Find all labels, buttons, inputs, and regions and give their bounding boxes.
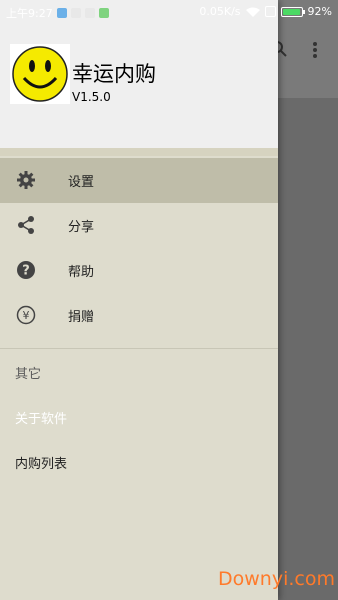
app-logo: [10, 44, 70, 104]
gear-icon: [17, 171, 35, 189]
drawer-menu: 设置 分享 ? 帮助 ¥ 捐赠 其它 关于软件 内购列表: [0, 158, 278, 484]
svg-text:¥: ¥: [23, 309, 30, 322]
menu-item-settings[interactable]: 设置: [0, 158, 278, 203]
help-icon: ?: [17, 261, 35, 279]
network-speed: 0.05K/s: [199, 5, 241, 18]
svg-text:?: ?: [22, 264, 30, 279]
notification-icon: [98, 8, 109, 18]
share-icon: [18, 216, 34, 234]
section-about[interactable]: 关于软件: [0, 394, 278, 439]
notification-icon: [70, 8, 81, 18]
battery-percent: 92%: [307, 5, 332, 18]
section-label: 其它: [15, 367, 42, 382]
notification-icon: [84, 8, 95, 18]
wifi-icon: [245, 7, 260, 17]
menu-item-share[interactable]: 分享: [0, 203, 278, 248]
app-title: 幸运内购: [72, 62, 156, 86]
battery-icon: [280, 6, 305, 17]
header-divider: [0, 148, 278, 156]
menu-item-help[interactable]: ? 帮助: [0, 248, 278, 293]
menu-item-label: 分享: [68, 220, 95, 235]
status-time: 上午9:27: [6, 7, 53, 20]
section-label: 关于软件: [15, 412, 68, 427]
menu-item-label: 捐赠: [68, 310, 95, 325]
more-vert-icon[interactable]: [310, 40, 320, 58]
status-bar: 上午9:27 0.05K/s 92%: [0, 0, 338, 24]
smiley-icon: [12, 46, 68, 102]
donate-icon: ¥: [16, 305, 36, 325]
menu-item-label: 设置: [68, 175, 95, 190]
menu-item-donate[interactable]: ¥ 捐赠: [0, 293, 278, 338]
section-label: 内购列表: [15, 457, 68, 472]
menu-item-label: 帮助: [68, 265, 95, 280]
navigation-drawer: 幸运内购 V1.5.0 设置 分享 ? 帮助 ¥ 捐赠 其它 关于软件 内购列表: [0, 0, 278, 600]
watermark: Downyi.com: [218, 568, 335, 590]
section-iap-list[interactable]: 内购列表: [0, 439, 278, 484]
section-other[interactable]: 其它: [0, 349, 278, 394]
notification-icon: [56, 8, 67, 18]
app-version: V1.5.0: [72, 90, 111, 104]
sim-icon: [264, 6, 276, 17]
